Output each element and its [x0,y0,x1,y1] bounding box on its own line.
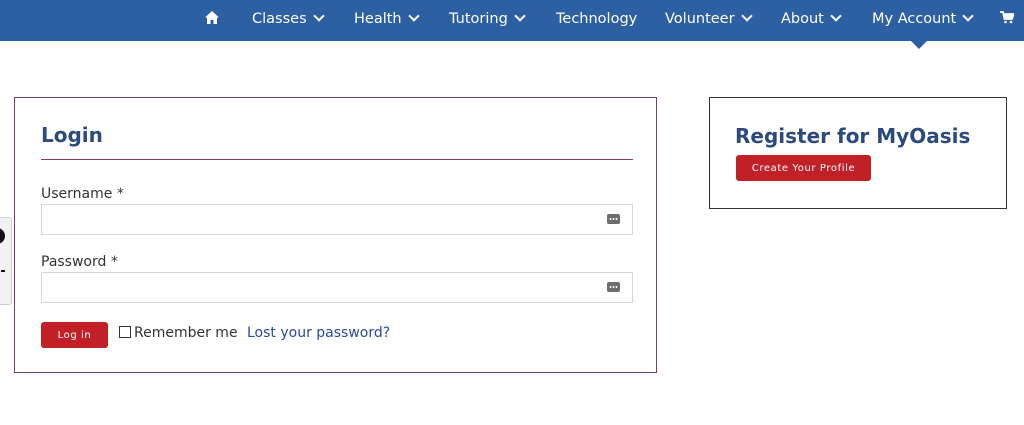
chevron-down-icon [407,10,420,22]
register-title: Register for MyOasis [735,124,971,148]
nav-item-volunteer[interactable]: Volunteer [665,0,753,41]
chevron-down-icon [830,10,842,22]
nav-item-label: Technology [556,11,638,27]
password-manager-icon[interactable] [607,282,620,292]
nav-item-label: About [781,11,824,27]
create-profile-button[interactable]: Create Your Profile [736,155,871,181]
login-panel: Login Username * Password * Log in Remem… [14,97,657,373]
nav-item-label: Health [354,11,402,27]
nav-item-classes[interactable]: Classes [252,0,325,41]
nav-item-label: Volunteer [665,11,735,27]
nav-item-my-account[interactable]: My Account [872,0,974,41]
nav-item-technology[interactable]: Technology [556,0,637,41]
nav-item-label: My Account [872,11,957,27]
chevron-down-icon [740,10,753,22]
lost-password-link[interactable]: Lost your password? [247,325,390,341]
active-menu-indicator [911,41,927,49]
register-panel: Register for MyOasis Create Your Profile [709,97,1007,209]
remember-me-checkbox[interactable]: Remember me [119,325,238,341]
chevron-down-icon [514,10,526,22]
nav-item-tutoring[interactable]: Tutoring [449,0,526,41]
chevron-down-icon [962,10,974,22]
checkbox-box[interactable] [119,326,131,338]
login-title: Login [41,123,103,147]
top-navigation-bar: Classes Health Tutoring Technology Volun… [0,0,1024,41]
nav-item-health[interactable]: Health [354,0,420,41]
home-icon[interactable] [205,0,219,41]
password-label: Password * [41,254,118,270]
nav-item-label: Tutoring [449,11,508,27]
title-divider [41,159,633,160]
side-tab-glyph [0,228,5,244]
password-manager-icon[interactable] [607,214,620,224]
remember-me-label: Remember me [134,325,238,341]
nav-item-label: Classes [252,11,307,27]
cart-icon[interactable] [1000,0,1015,41]
login-button[interactable]: Log in [41,322,108,348]
side-floating-tab[interactable] [0,217,12,305]
password-field[interactable] [41,272,633,303]
username-label: Username * [41,186,124,202]
username-field[interactable] [41,204,633,235]
nav-item-about[interactable]: About [781,0,842,41]
chevron-down-icon [312,10,325,22]
side-tab-glyph [1,270,5,272]
